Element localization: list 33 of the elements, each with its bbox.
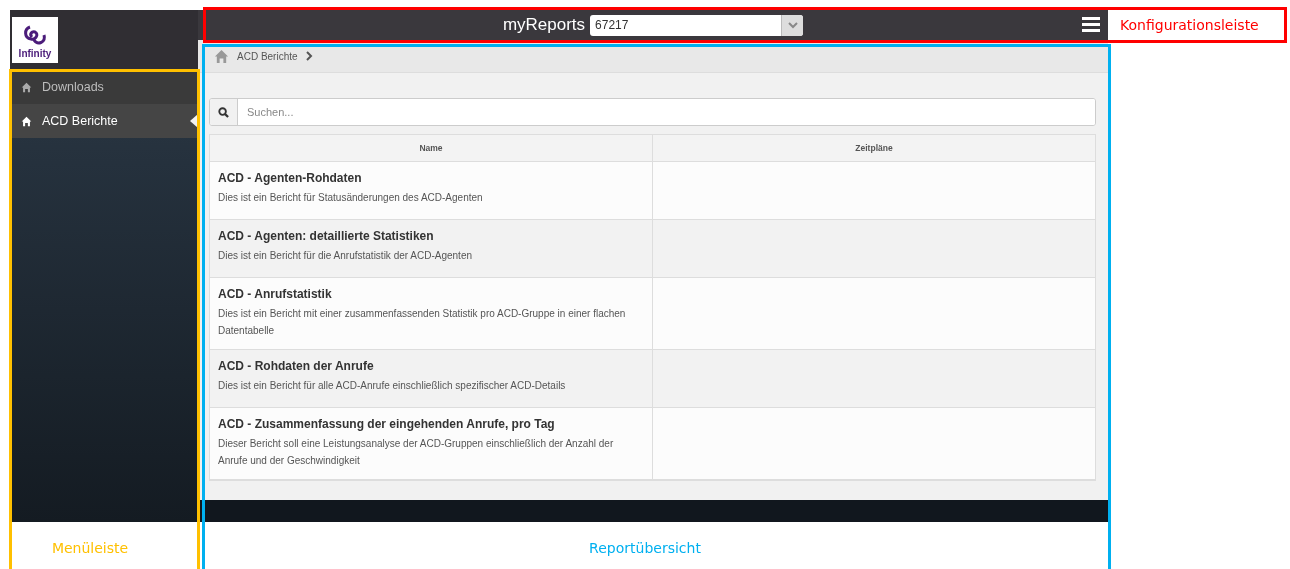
report-title: ACD - Rohdaten der Anrufe (218, 359, 375, 373)
report-cell[interactable]: ACD - Zusammenfassung der eingehenden Anrufe, pro Tag Dieser Bericht soll eine Leistungsanalyse der ACD-Gruppen einschließlich der Anzahl der Anrufe und der Geschwindigkeit (210, 408, 653, 480)
menu-item[interactable]: ACD Berichte (10, 104, 198, 138)
report-title: ACD - Anrufstatistik (218, 287, 333, 301)
annotation-label: Konfigurationsleiste (1120, 17, 1259, 33)
report-title: ACD - Agenten-Rohdaten (218, 171, 363, 185)
report-description: Dies ist ein Bericht mit einer zusammenfassenden Statistik pro ACD-Gruppe in einer flachen Datentabelle (218, 307, 627, 338)
app-title: myReports (502, 15, 586, 35)
breadcrumb-link[interactable]: ACD Berichte (237, 50, 298, 62)
report-description: Dies ist ein Bericht für alle ACD-Anrufe einschließlich spezifischer ACD-Details (218, 379, 567, 393)
report-cell[interactable]: ACD - Anrufstatistik Dies ist ein Bericht mit einer zusammenfassenden Statistik pro ACD-Gruppe in einer flachen Datentabelle (210, 278, 653, 350)
home-icon (214, 48, 229, 64)
report-cell[interactable]: ACD - Agenten: detaillierte Statistiken Dies ist ein Bericht für die Anrufstatistik der ACD-Agenten (210, 220, 653, 278)
column-header: Name (210, 135, 653, 162)
chevron-down-icon (787, 21, 798, 29)
home-icon (21, 81, 32, 93)
home-icon (21, 115, 32, 127)
account-select[interactable]: 67217 (590, 14, 804, 36)
search-icon (218, 106, 229, 118)
search-field[interactable]: Suchen... (209, 98, 1096, 126)
menu-button[interactable] (1082, 16, 1100, 33)
report-description: Dieser Bericht soll eine Leistungsanalyse der ACD-Gruppen einschließlich der Anzahl der Anrufe und der Geschwindigkeit (218, 437, 615, 468)
annotation-label: Reportübersicht (589, 540, 701, 556)
report-title: ACD - Agenten: detaillierte Statistiken (218, 229, 435, 243)
menu-item[interactable]: Downloads (10, 70, 198, 104)
annotation-label: Menüleiste (51, 540, 129, 556)
report-cell[interactable]: ACD - Rohdaten der Anrufe Dies ist ein Bericht für alle ACD-Anrufe einschließlich spezifischer ACD-Details (210, 350, 653, 408)
chevron-right-icon (305, 51, 313, 61)
report-description: Dies ist ein Bericht für die Anrufstatistik der ACD-Agenten (218, 249, 473, 263)
logo: Infinity (12, 17, 58, 63)
report-cell[interactable]: ACD - Agenten-Rohdaten Dies ist ein Bericht für Statusänderungen des ACD-Agenten (210, 162, 653, 220)
report-description: Dies ist ein Bericht für Statusänderungen des ACD-Agenten (218, 191, 484, 205)
report-title: ACD - Zusammenfassung der eingehenden Anrufe, pro Tag (218, 417, 556, 431)
